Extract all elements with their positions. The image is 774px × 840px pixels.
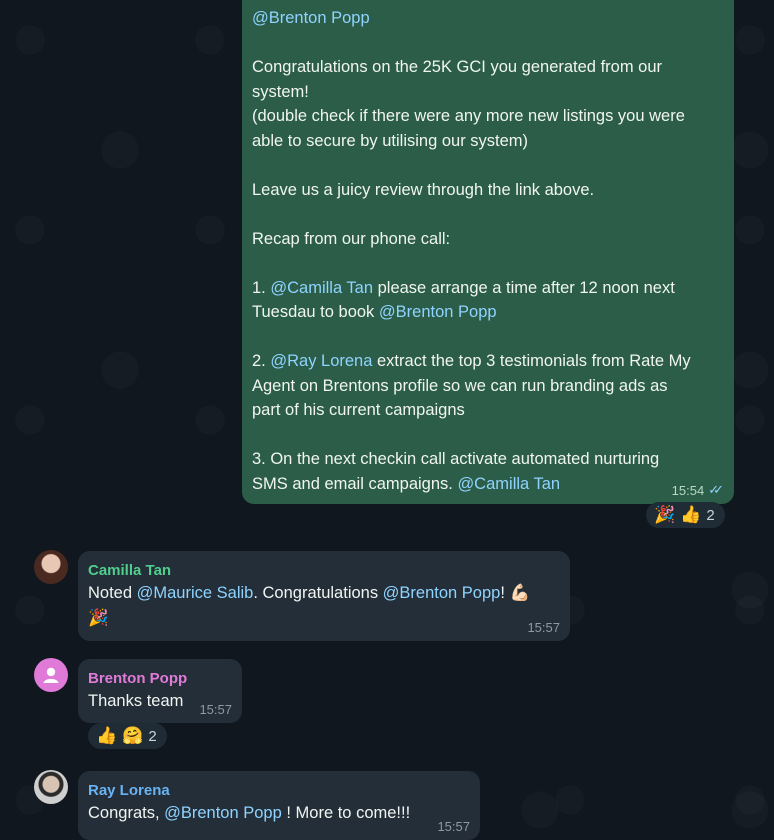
mention-link[interactable]: @Brenton Popp: [379, 303, 497, 321]
message-text: Leave us a juicy review through the link…: [252, 180, 595, 199]
sender-name[interactable]: Camilla Tan: [88, 561, 558, 581]
list-item-2-cont: Agent on Brentons profile so we can run …: [252, 376, 668, 395]
mention-link[interactable]: @Camilla Tan: [457, 475, 560, 493]
avatar-brenton-popp[interactable]: [34, 658, 68, 692]
message-time: 15:57: [199, 702, 232, 717]
reaction-count: 2: [706, 506, 715, 524]
reaction-count: 2: [148, 727, 157, 745]
message-text: 🎉: [88, 609, 109, 627]
message-meta: 15:54 ✓✓: [672, 482, 724, 498]
list-item-2-cont: part of his current campaigns: [252, 401, 465, 419]
mention-link[interactable]: @Brenton Popp: [383, 584, 501, 602]
message-text: Congrats, @Brenton Popp ! More to come!!…: [88, 804, 411, 822]
sender-name[interactable]: Brenton Popp: [88, 669, 230, 689]
mention-link[interactable]: @Brenton Popp: [164, 804, 282, 822]
thumbs-up-reaction[interactable]: 👍: [680, 505, 701, 525]
list-item-1-cont: Tuesdau to book @Brenton Popp: [252, 303, 497, 321]
party-popper-reaction[interactable]: 🎉: [654, 505, 675, 525]
list-item-3-cont: SMS and email campaigns. @Camilla Tan: [252, 474, 561, 493]
message-text: Congratulations on the 25K GCI you gener…: [252, 58, 662, 76]
sender-name[interactable]: Ray Lorena: [88, 781, 468, 801]
message-text: (double check if there were any more new…: [252, 107, 685, 125]
thumbs-up-reaction[interactable]: 👍: [96, 726, 117, 746]
message-text: able to secure by utilising our system): [252, 131, 529, 150]
mention-link[interactable]: @Ray Lorena: [270, 352, 372, 370]
double-check-icon: ✓✓: [708, 482, 724, 497]
message-time: 15:54: [671, 482, 705, 498]
person-icon: [43, 667, 59, 683]
outgoing-message-bubble[interactable]: @Brenton Popp Congratulations on the 25K…: [242, 0, 734, 504]
hugging-face-reaction[interactable]: 🤗: [122, 726, 143, 746]
incoming-message-bubble[interactable]: Brenton Popp Thanks team 15:57: [78, 659, 242, 723]
incoming-message-bubble[interactable]: Camilla Tan Noted @Maurice Salib. Congra…: [78, 551, 570, 641]
mention-link[interactable]: @Maurice Salib: [137, 584, 254, 602]
avatar-camilla-tan[interactable]: [34, 550, 68, 584]
message-text: system!: [252, 82, 309, 101]
incoming-message-bubble[interactable]: Ray Lorena Congrats, @Brenton Popp ! Mor…: [78, 771, 480, 840]
mention-link[interactable]: @Camilla Tan: [270, 279, 373, 297]
message-time: 15:57: [437, 819, 470, 834]
message-time: 15:57: [527, 620, 560, 635]
mention-link[interactable]: @Brenton Popp: [252, 9, 370, 27]
avatar-ray-lorena[interactable]: [34, 770, 68, 804]
list-item-1: 1. @Camilla Tan please arrange a time af…: [252, 278, 675, 297]
message-text: Noted @Maurice Salib. Congratulations @B…: [88, 584, 531, 602]
message-text: Recap from our phone call:: [252, 229, 451, 248]
list-item-3: 3. On the next checkin call activate aut…: [252, 450, 660, 468]
reactions-bar[interactable]: 🎉 👍 2: [646, 502, 725, 528]
reactions-bar[interactable]: 👍 🤗 2: [88, 723, 167, 749]
list-item-2: 2. @Ray Lorena extract the top 3 testimo…: [252, 352, 691, 370]
